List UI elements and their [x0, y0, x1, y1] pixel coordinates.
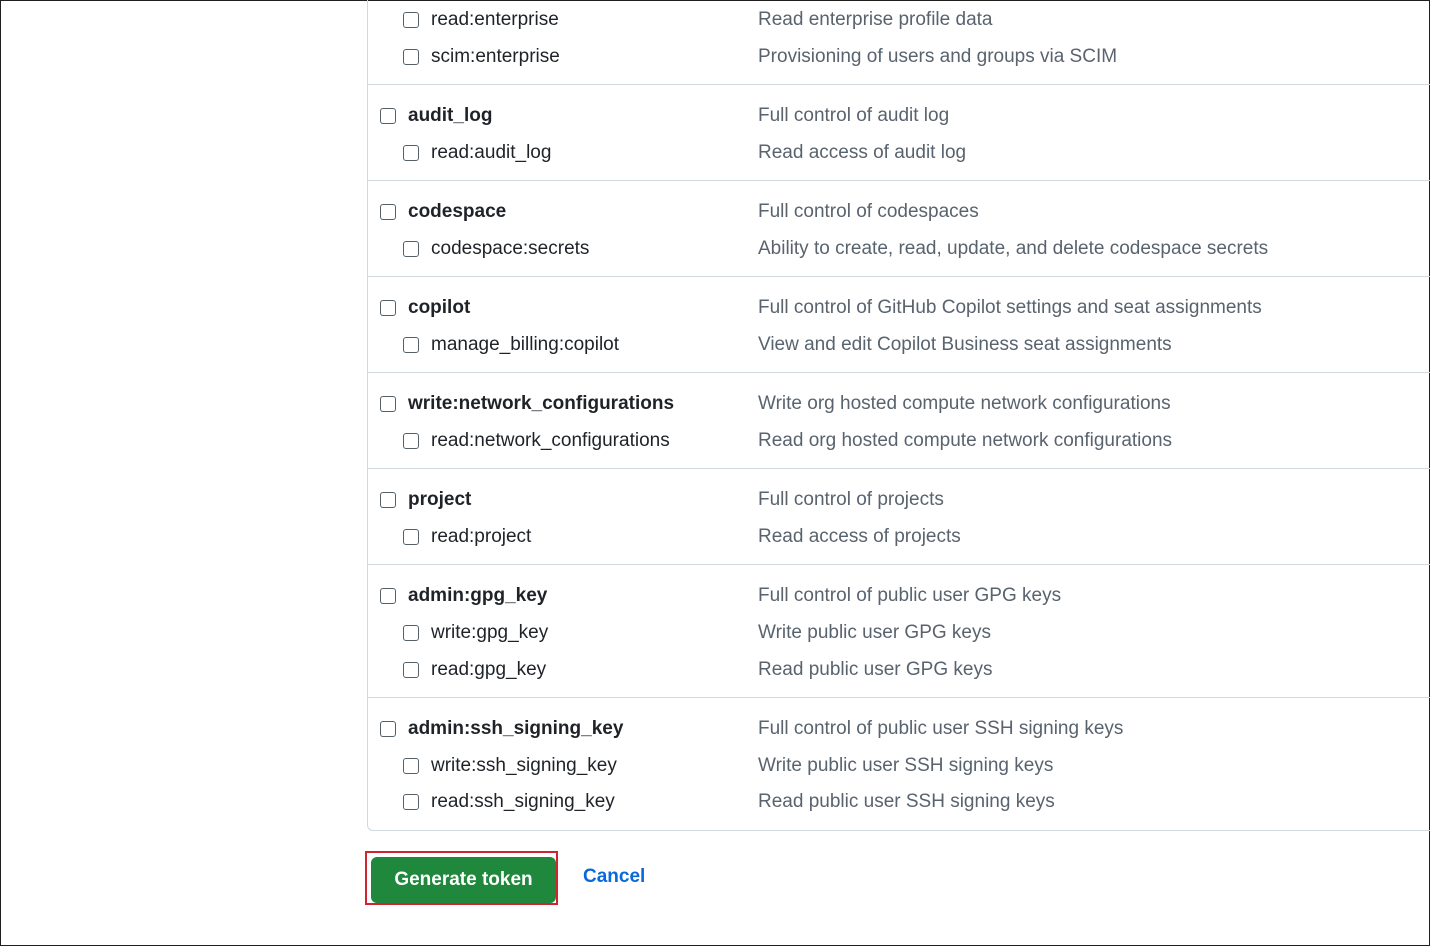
- scope-row-write-network-configurations: write:network_configurations Write org h…: [368, 392, 1430, 416]
- scope-description: Read access of audit log: [758, 142, 967, 163]
- scope-name: write:gpg_key: [431, 622, 549, 643]
- write-ssh-signing-key-checkbox[interactable]: [403, 758, 419, 774]
- write-gpg-key-checkbox[interactable]: [403, 625, 419, 641]
- generate-token-button[interactable]: Generate token: [371, 857, 556, 903]
- scope-description: Full control of GitHub Copilot settings …: [758, 297, 1262, 318]
- copilot-checkbox[interactable]: [380, 300, 396, 316]
- write-network-configurations-checkbox[interactable]: [380, 396, 396, 412]
- scope-row-read-gpg-key: read:gpg_key Read public user GPG keys: [368, 658, 1430, 682]
- scope-row-read-enterprise: read:enterprise Read enterprise profile …: [368, 8, 1430, 32]
- scope-name: read:audit_log: [431, 142, 552, 163]
- scope-row-manage-billing-copilot: manage_billing:copilot View and edit Cop…: [368, 333, 1430, 357]
- scope-row-codespace-secrets: codespace:secrets Ability to create, rea…: [368, 237, 1430, 261]
- scope-row-admin-gpg-key: admin:gpg_key Full control of public use…: [368, 584, 1430, 608]
- project-checkbox[interactable]: [380, 492, 396, 508]
- scope-name: read:enterprise: [431, 9, 559, 30]
- scope-description: Write public user GPG keys: [758, 622, 992, 643]
- read-network-configurations-checkbox[interactable]: [403, 433, 419, 449]
- scope-row-read-project: read:project Read access of projects: [368, 525, 1430, 549]
- scope-description: View and edit Copilot Business seat assi…: [758, 334, 1172, 355]
- scope-group-copilot: copilot Full control of GitHub Copilot s…: [368, 277, 1430, 373]
- scope-row-read-audit-log: read:audit_log Read access of audit log: [368, 141, 1430, 165]
- scope-row-read-network-configurations: read:network_configurations Read org hos…: [368, 429, 1430, 453]
- scope-row-scim-enterprise: scim:enterprise Provisioning of users an…: [368, 45, 1430, 69]
- scope-group-ssh-signing-key: admin:ssh_signing_key Full control of pu…: [368, 698, 1430, 830]
- admin-gpg-key-checkbox[interactable]: [380, 588, 396, 604]
- scope-description: Full control of public user GPG keys: [758, 585, 1062, 606]
- scope-description: Ability to create, read, update, and del…: [758, 238, 1269, 259]
- scope-description: Full control of projects: [758, 489, 944, 510]
- scope-name: audit_log: [408, 105, 493, 126]
- scope-group-gpg-key: admin:gpg_key Full control of public use…: [368, 565, 1430, 698]
- scope-description: Read public user SSH signing keys: [758, 791, 1055, 812]
- read-enterprise-checkbox[interactable]: [403, 12, 419, 28]
- scope-group-network-configurations: write:network_configurations Write org h…: [368, 373, 1430, 469]
- scope-row-copilot: copilot Full control of GitHub Copilot s…: [368, 296, 1430, 320]
- scope-row-read-ssh-signing-key: read:ssh_signing_key Read public user SS…: [368, 790, 1430, 814]
- scope-name: project: [408, 489, 472, 510]
- scim-enterprise-checkbox[interactable]: [403, 49, 419, 65]
- scope-description: Read public user GPG keys: [758, 659, 993, 680]
- scope-description: Full control of audit log: [758, 105, 950, 126]
- scope-description: Read enterprise profile data: [758, 9, 993, 30]
- scope-name: write:network_configurations: [408, 393, 675, 414]
- read-project-checkbox[interactable]: [403, 529, 419, 545]
- scope-name: write:ssh_signing_key: [431, 755, 617, 776]
- scope-group-codespace: codespace Full control of codespaces cod…: [368, 181, 1430, 277]
- scope-group-audit-log: audit_log Full control of audit log read…: [368, 85, 1430, 181]
- scope-description: Read org hosted compute network configur…: [758, 430, 1173, 451]
- scope-description: Provisioning of users and groups via SCI…: [758, 46, 1118, 67]
- scope-group-project: project Full control of projects read:pr…: [368, 469, 1430, 565]
- admin-ssh-signing-key-checkbox[interactable]: [380, 721, 396, 737]
- scope-name: admin:ssh_signing_key: [408, 718, 624, 739]
- scope-name: scim:enterprise: [431, 46, 560, 67]
- scope-name: manage_billing:copilot: [431, 334, 620, 355]
- scope-description: Write org hosted compute network configu…: [758, 393, 1171, 414]
- audit-log-checkbox[interactable]: [380, 108, 396, 124]
- codespace-secrets-checkbox[interactable]: [403, 241, 419, 257]
- scope-group-enterprise: read:enterprise Read enterprise profile …: [368, 0, 1430, 85]
- read-gpg-key-checkbox[interactable]: [403, 662, 419, 678]
- read-audit-log-checkbox[interactable]: [403, 145, 419, 161]
- scope-row-write-ssh-signing-key: write:ssh_signing_key Write public user …: [368, 754, 1430, 778]
- scope-description: Write public user SSH signing keys: [758, 755, 1054, 776]
- scope-name: codespace:secrets: [431, 238, 590, 259]
- highlight-outline: Generate token: [365, 851, 558, 905]
- scope-row-write-gpg-key: write:gpg_key Write public user GPG keys: [368, 621, 1430, 645]
- scope-row-audit-log: audit_log Full control of audit log: [368, 104, 1430, 128]
- scope-name: copilot: [408, 297, 471, 318]
- scope-row-codespace: codespace Full control of codespaces: [368, 200, 1430, 224]
- scope-name: read:network_configurations: [431, 430, 670, 451]
- scope-name: admin:gpg_key: [408, 585, 548, 606]
- scope-name: read:gpg_key: [431, 659, 547, 680]
- scope-name: read:ssh_signing_key: [431, 791, 615, 812]
- scope-row-admin-ssh-signing-key: admin:ssh_signing_key Full control of pu…: [368, 717, 1430, 741]
- codespace-checkbox[interactable]: [380, 204, 396, 220]
- cancel-link[interactable]: Cancel: [583, 865, 645, 889]
- scope-description: Full control of public user SSH signing …: [758, 718, 1124, 739]
- scope-description: Read access of projects: [758, 526, 961, 547]
- scope-name: codespace: [408, 201, 507, 222]
- scope-row-project: project Full control of projects: [368, 488, 1430, 512]
- scope-name: read:project: [431, 526, 532, 547]
- manage-billing-copilot-checkbox[interactable]: [403, 337, 419, 353]
- read-ssh-signing-key-checkbox[interactable]: [403, 794, 419, 810]
- scope-description: Full control of codespaces: [758, 201, 979, 222]
